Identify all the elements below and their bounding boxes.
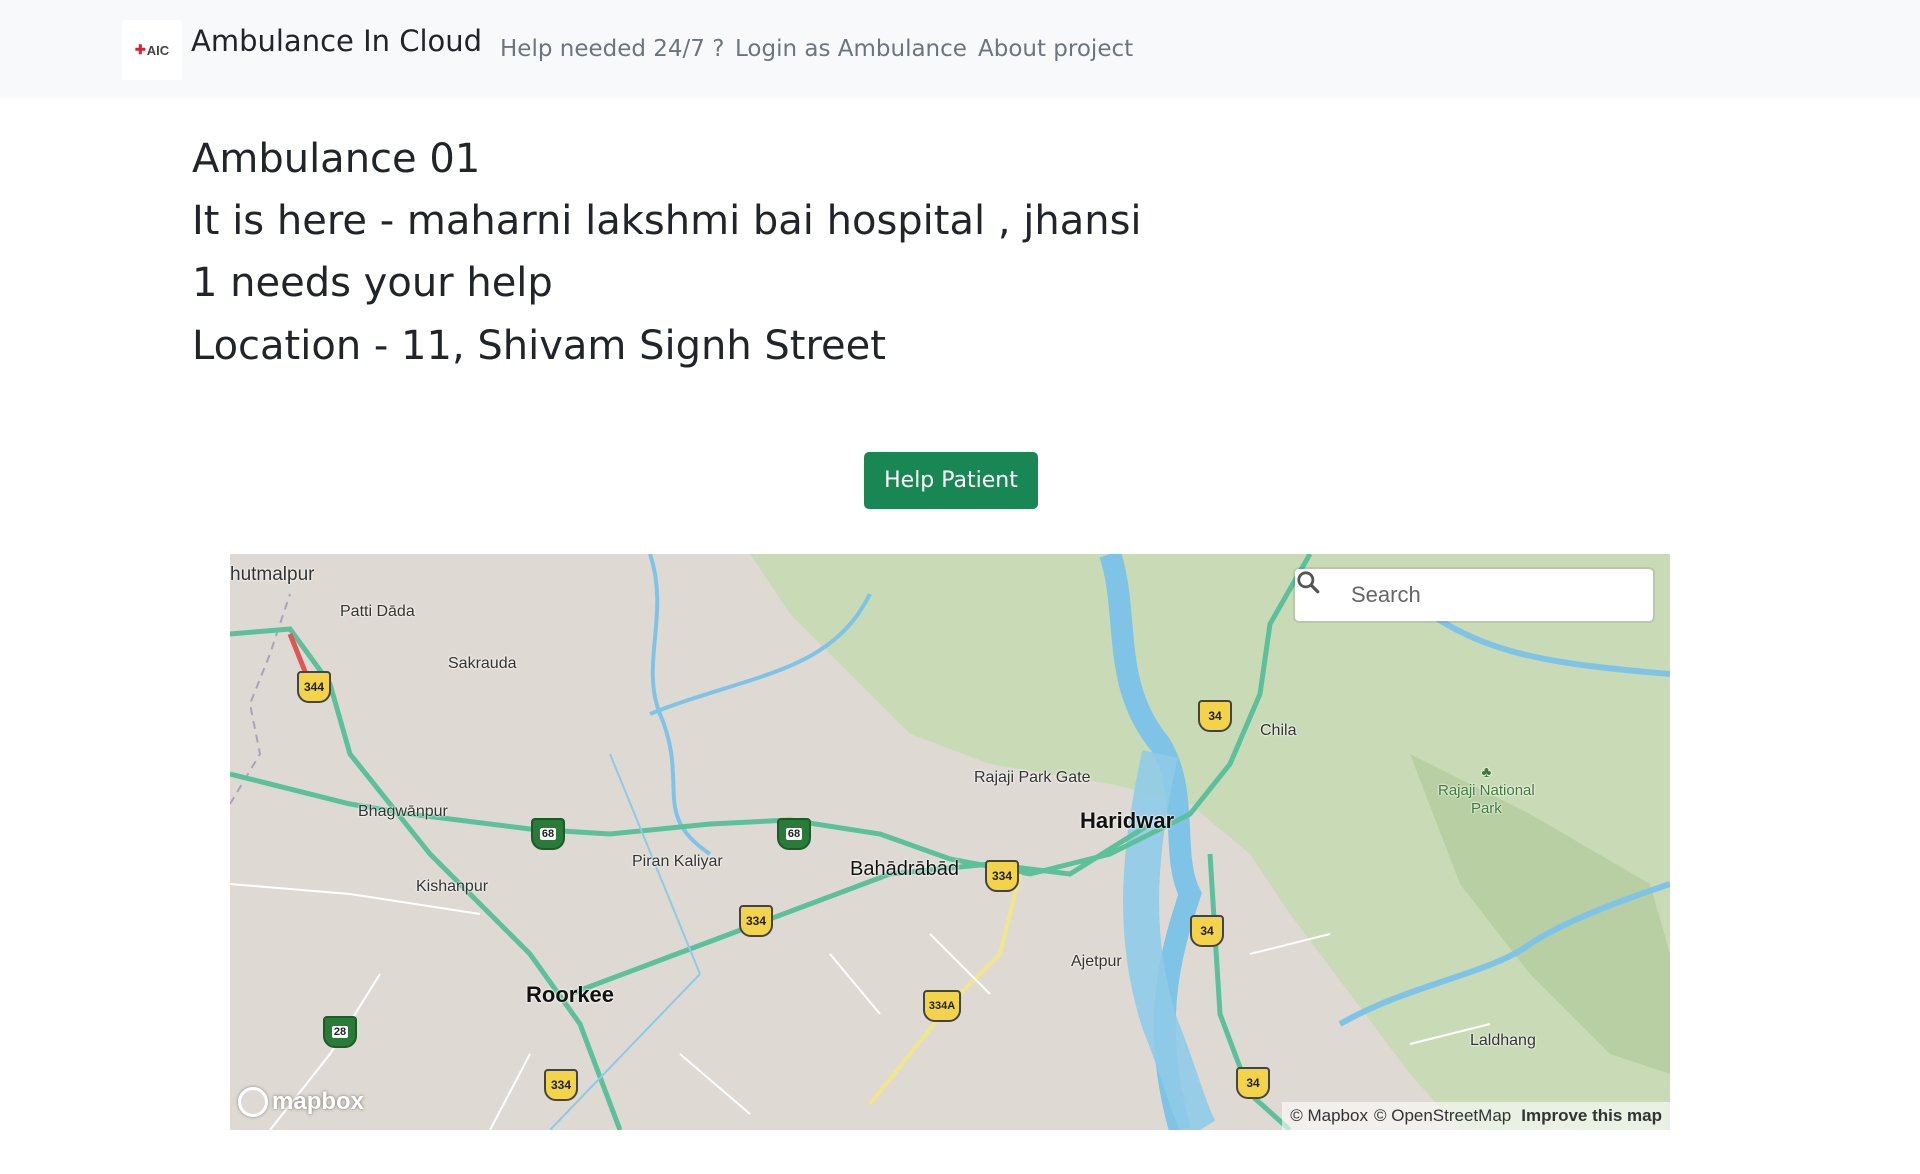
search-icon[interactable] — [1297, 571, 1343, 615]
map-attribution: © Mapbox © OpenStreetMap Improve this ma… — [1282, 1102, 1670, 1130]
map-label-jhutmalpur: hutmalpur — [230, 564, 315, 585]
shield-number: 28 — [331, 1026, 349, 1038]
patient-location-text: Location - 11, Shivam Signh Street — [192, 323, 886, 369]
shield-nh334-icon: 334 — [985, 860, 1019, 892]
map-label-haridwar: Haridwar — [1080, 808, 1175, 833]
shield-nh344-icon: 344 — [297, 671, 331, 703]
boundary-line — [230, 593, 291, 805]
ambulance-title: Ambulance 01 — [192, 136, 481, 182]
shield-nh334-icon: 334 — [739, 905, 773, 937]
shield-number: 68 — [785, 828, 803, 840]
map-label-ajetpur: Ajetpur — [1071, 953, 1122, 970]
attribution-osm-link[interactable]: © OpenStreetMap — [1374, 1106, 1511, 1126]
map-label-patti-dada: Patti Dāda — [340, 603, 415, 620]
nav-link-help-needed[interactable]: Help needed 24/7 ? — [500, 36, 724, 62]
map-label-roorkee: Roorkee — [526, 982, 615, 1007]
attribution-mapbox-link[interactable]: © Mapbox — [1290, 1106, 1368, 1126]
map-label-rajaji-park-gate: Rajaji Park Gate — [974, 769, 1091, 786]
shield-nh68-icon: 68 — [531, 818, 565, 850]
map-label-piran-kaliyar: Piran Kaliyar — [632, 853, 723, 870]
map-label-laldhang: Laldhang — [1470, 1032, 1536, 1049]
navbar: ✚ AIC Ambulance In Cloud Help needed 24/… — [0, 0, 1920, 98]
mapbox-logo[interactable]: mapbox — [238, 1087, 364, 1117]
mapbox-logo-text: mapbox — [272, 1088, 365, 1115]
highway-334 — [569, 821, 1152, 997]
nav-link-about-project[interactable]: About project — [978, 36, 1133, 62]
shield-nh334a-icon: 334A — [923, 990, 961, 1022]
logo-text: AIC — [146, 42, 170, 58]
help-patient-button[interactable]: Help Patient — [864, 452, 1038, 509]
map-label-sakrauda: Sakrauda — [448, 655, 517, 672]
park-tree-icon: ♣ — [1481, 764, 1492, 781]
map-canvas — [230, 554, 1670, 1130]
shield-nh28-icon: 28 — [323, 1016, 357, 1048]
brand-name[interactable]: Ambulance In Cloud — [191, 24, 482, 58]
brand-logo[interactable]: ✚ AIC — [122, 20, 182, 80]
shield-nh34-icon: 34 — [1198, 700, 1232, 732]
map-search-input[interactable] — [1343, 574, 1653, 616]
map-label-rajaji-national-park: ♣ Rajaji National Park — [1438, 764, 1535, 818]
map-label-chila: Chila — [1260, 722, 1297, 739]
map-label-kishanpur: Kishanpur — [416, 878, 489, 895]
current-location-text: It is here - maharni lakshmi bai hospita… — [192, 198, 1142, 244]
map-label-bahadrabad: Bahādrābād — [850, 858, 959, 880]
shield-nh34-icon: 34 — [1190, 915, 1224, 947]
help-count-text: 1 needs your help — [192, 260, 553, 306]
shield-nh68-icon: 68 — [777, 818, 811, 850]
shield-number: 68 — [539, 828, 557, 840]
shield-nh334-icon: 334 — [544, 1069, 578, 1101]
nav-link-login-ambulance[interactable]: Login as Ambulance — [735, 36, 967, 62]
road-334a — [868, 873, 1022, 1106]
improve-map-link[interactable]: Improve this map — [1521, 1106, 1662, 1126]
mapbox-logo-icon — [238, 1087, 268, 1117]
map-search — [1295, 569, 1653, 621]
park-name-line-2: Park — [1470, 800, 1502, 817]
park-name-line-1: Rajaji National — [1438, 782, 1535, 799]
map-label-bhagwanpur: Bhagwānpur — [358, 803, 448, 820]
shield-nh34-icon: 34 — [1236, 1067, 1270, 1099]
logo-mark-icon: ✚ — [134, 42, 146, 57]
map-view[interactable]: hutmalpur Patti Dāda Sakrauda Bhagwānpur… — [230, 554, 1670, 1130]
